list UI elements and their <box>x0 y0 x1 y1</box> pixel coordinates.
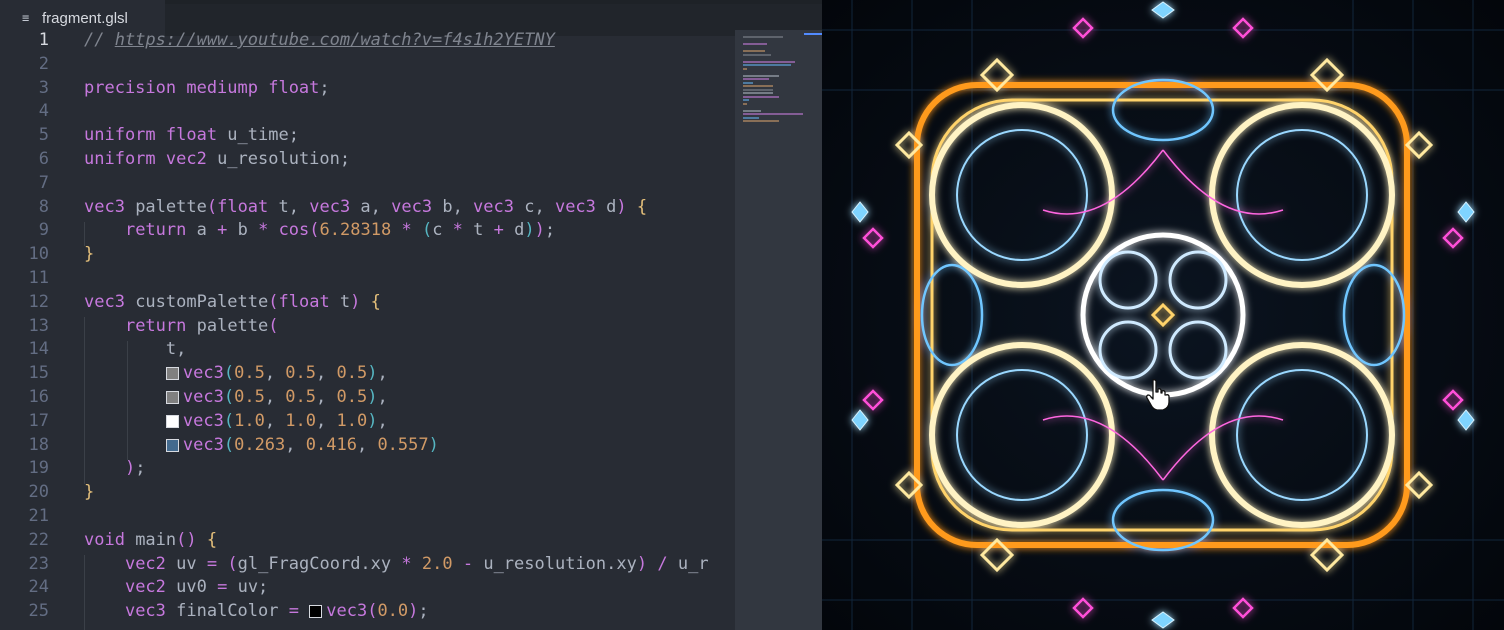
line-number: 13 <box>28 315 49 336</box>
line-number: 1 <box>38 30 49 50</box>
line-number: 6 <box>38 148 49 169</box>
line-number: 14 <box>28 339 49 360</box>
indent-guide <box>84 222 85 246</box>
shader-preview[interactable] <box>822 0 1504 630</box>
line-number: 5 <box>38 125 49 146</box>
color-swatch[interactable] <box>309 605 323 619</box>
line-number: 22 <box>28 529 49 550</box>
code-line[interactable]: 9 return a + b * cos(6.28318 * (c * t + … <box>0 219 735 243</box>
code-text: vec3(0.5, 0.5, 0.5), <box>84 386 388 410</box>
code-text: vec3(0.5, 0.5, 0.5), <box>84 362 388 386</box>
code-line[interactable]: 19 ); <box>0 457 735 481</box>
code-line[interactable]: 20} <box>0 481 735 505</box>
line-number: 12 <box>28 291 49 312</box>
line-number: 11 <box>28 267 49 288</box>
scroll-indicator <box>804 33 822 35</box>
code-text: vec2 uv = (gl_FragCoord.xy * 2.0 - u_res… <box>124 553 709 574</box>
code-line[interactable]: 18 vec3(0.263, 0.416, 0.557) <box>0 434 735 458</box>
code-text: void main() { <box>84 529 218 550</box>
code-line[interactable]: 16 vec3(0.5, 0.5, 0.5), <box>0 386 735 410</box>
code-line[interactable]: 14 t, <box>0 338 735 362</box>
code-text: } <box>84 482 95 503</box>
line-number: 8 <box>38 196 49 217</box>
line-number: 10 <box>28 244 49 265</box>
code-text: } <box>84 244 95 265</box>
code-text: ); <box>124 458 146 479</box>
indent-guide <box>84 555 85 630</box>
color-swatch[interactable] <box>165 367 179 381</box>
code-text: precision mediump float; <box>84 77 330 98</box>
color-swatch[interactable] <box>165 414 179 428</box>
menu-lines-icon: ≡ <box>22 11 30 25</box>
code-line[interactable]: 13 return palette( <box>0 315 735 339</box>
line-number: 3 <box>38 77 49 98</box>
code-text: vec3 palette(float t, vec3 a, vec3 b, ve… <box>84 196 648 217</box>
code-line[interactable]: 21 <box>0 505 735 529</box>
code-text: return palette( <box>124 315 279 336</box>
tab-strip <box>165 0 822 4</box>
code-text: vec3(0.263, 0.416, 0.557) <box>84 434 439 458</box>
line-number: 2 <box>38 53 49 74</box>
code-text: vec3 finalColor = vec3(0.0); <box>124 601 429 622</box>
code-line[interactable]: 25 vec3 finalColor = vec3(0.0); <box>0 600 735 624</box>
code-text: vec3(1.0, 1.0, 1.0), <box>84 410 388 434</box>
line-number: 21 <box>28 505 49 526</box>
tab-label: fragment.glsl <box>42 9 128 27</box>
line-number: 24 <box>28 577 49 598</box>
code-line[interactable]: 5 uniform float u_time; <box>0 124 735 148</box>
code-line[interactable]: 4 <box>0 100 735 124</box>
code-text: vec3 customPalette(float t) { <box>84 291 381 312</box>
minimap-slider[interactable] <box>735 30 822 630</box>
color-swatch[interactable] <box>165 390 179 404</box>
code-line[interactable]: 24 vec2 uv0 = uv; <box>0 576 735 600</box>
line-number: 4 <box>38 101 49 122</box>
line-number: 25 <box>28 601 49 622</box>
code-text: vec2 uv0 = uv; <box>124 577 269 598</box>
line-number: 17 <box>28 410 49 431</box>
line-number: 20 <box>28 482 49 503</box>
indent-guide <box>127 341 128 460</box>
line-number: 7 <box>38 172 49 193</box>
line-number: 18 <box>28 434 49 455</box>
line-number: 9 <box>38 220 49 241</box>
code-line[interactable]: 17 vec3(1.0, 1.0, 1.0), <box>0 410 735 434</box>
code-line[interactable]: 3 precision mediump float; <box>0 77 735 101</box>
code-text: return a + b * cos(6.28318 * (c * t + d)… <box>124 220 556 241</box>
code-area[interactable]: 1 // https://www.youtube.com/watch?v=f4s1… <box>0 29 735 630</box>
code-text: uniform vec2 u_resolution; <box>84 148 351 169</box>
code-text: t, <box>84 339 187 360</box>
code-line[interactable]: 8 vec3 palette(float t, vec3 a, vec3 b, v… <box>0 196 735 220</box>
code-line[interactable]: 11 <box>0 267 735 291</box>
code-text: uniform float u_time; <box>84 125 299 146</box>
code-line[interactable]: 6 uniform vec2 u_resolution; <box>0 148 735 172</box>
hand-pointer-icon <box>1146 379 1170 410</box>
line-number: 23 <box>28 553 49 574</box>
line-number: 16 <box>28 386 49 407</box>
line-number: 15 <box>28 363 49 384</box>
code-editor[interactable]: ≡ fragment.glsl 1 // https://www.youtube.… <box>0 0 822 630</box>
code-line[interactable]: 2 <box>0 53 735 77</box>
code-line[interactable]: 22 void main() { <box>0 529 735 553</box>
color-swatch[interactable] <box>165 438 179 452</box>
code-line[interactable]: 23 vec2 uv = (gl_FragCoord.xy * 2.0 - u_… <box>0 553 735 577</box>
code-line[interactable]: 12 vec3 customPalette(float t) { <box>0 291 735 315</box>
code-text: // https://www.youtube.com/watch?v=f4s1h… <box>84 30 555 50</box>
indent-guide <box>84 317 85 484</box>
line-number: 19 <box>28 458 49 479</box>
code-line[interactable]: 1 // https://www.youtube.com/watch?v=f4s1… <box>0 29 735 53</box>
fractal-render <box>822 0 1504 630</box>
code-line[interactable]: 15 vec3(0.5, 0.5, 0.5), <box>0 362 735 386</box>
code-line[interactable]: 10} <box>0 243 735 267</box>
code-line[interactable]: 7 <box>0 172 735 196</box>
